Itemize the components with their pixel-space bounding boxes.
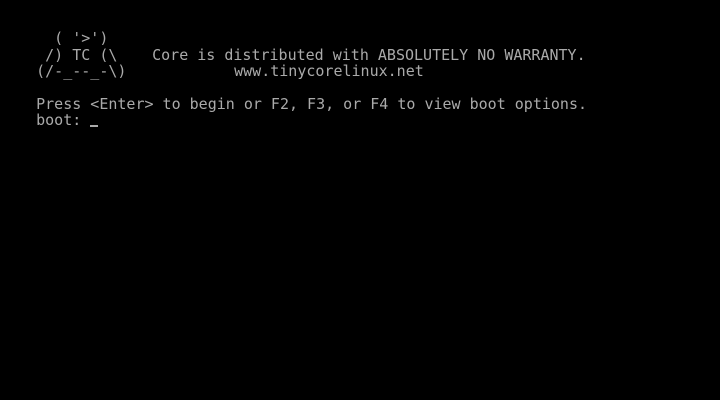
logo-text-3: (/-_--_-\) <box>36 62 127 80</box>
boot-console: ( '>') /) TC (\ Core is distributed with… <box>0 0 720 400</box>
website-text: www.tinycorelinux.net <box>234 62 424 80</box>
text-cursor[interactable] <box>90 125 99 127</box>
boot-instructions-text: Press <Enter> to begin or F2, F3, or F4 … <box>36 95 588 113</box>
boot-prompt-label: boot: <box>36 111 91 129</box>
boot-prompt-line[interactable]: boot: <box>0 96 99 144</box>
